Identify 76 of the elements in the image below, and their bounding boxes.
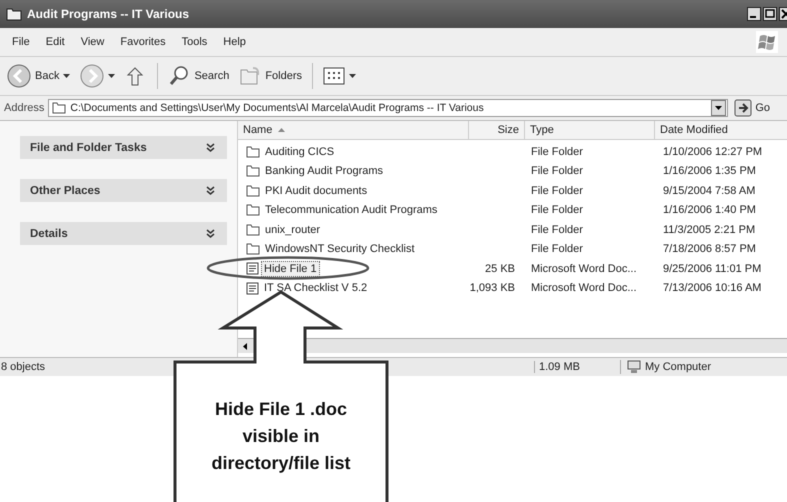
file-type: File Folder xyxy=(531,204,583,216)
folders-button[interactable]: Folders xyxy=(236,64,306,88)
menu-item[interactable]: Favorites xyxy=(112,36,174,48)
maximize-button[interactable] xyxy=(763,7,777,21)
file-date: 11/3/2005 2:21 PM xyxy=(663,224,756,236)
file-type: File Folder xyxy=(531,165,583,178)
file-name[interactable]: Hide File 1 xyxy=(261,260,320,277)
sort-arrow-icon xyxy=(278,128,286,132)
computer-icon xyxy=(627,360,641,374)
callout-text: Hide File 1 .doc visible in directory/file list xyxy=(210,398,352,475)
column-header[interactable]: Date Modified xyxy=(655,121,787,139)
file-name[interactable]: Banking Audit Programs xyxy=(262,163,386,180)
file-type: Microsoft Word Doc... xyxy=(531,262,637,275)
menu-item[interactable]: Tools xyxy=(174,36,216,48)
document-icon xyxy=(246,262,259,276)
file-date: 7/18/2006 8:57 PM xyxy=(663,243,756,256)
windows-flag-icon xyxy=(756,31,778,53)
folder-icon xyxy=(246,184,260,197)
task-panel-header[interactable]: File and Folder Tasks xyxy=(20,136,227,159)
task-panel-header[interactable]: Other Places xyxy=(20,179,227,202)
file-name[interactable]: WindowsNT Security Checklist xyxy=(262,241,418,258)
window-title: Audit Programs -- IT Various xyxy=(27,7,190,21)
file-size: 1,093 KB xyxy=(470,282,515,294)
file-date: 1/10/2006 12:27 PM xyxy=(663,146,762,158)
go-button[interactable]: Go xyxy=(732,99,772,117)
file-type: Microsoft Word Doc... xyxy=(531,282,637,294)
status-text: 1.09 MB xyxy=(534,361,620,373)
file-size: 25 KB xyxy=(485,262,515,275)
file-name[interactable]: Telecommunication Audit Programs xyxy=(262,202,440,218)
file-type: File Folder xyxy=(531,243,583,256)
chevron-icon xyxy=(206,229,215,238)
chevron-icon xyxy=(206,186,215,195)
menu-item[interactable]: Edit xyxy=(38,36,73,48)
file-date: 9/25/2006 11:01 PM xyxy=(663,262,762,275)
address-field[interactable]: C:\Documents and Settings\User\My Documents\Al Marcela\Audit Programs -- IT Various xyxy=(48,99,728,117)
grid-icon xyxy=(323,66,346,86)
menu-item[interactable]: File xyxy=(4,36,38,48)
caret-icon[interactable] xyxy=(108,74,116,78)
minimize-button[interactable] xyxy=(747,7,761,21)
magnifier-icon xyxy=(168,65,190,87)
folder-icon xyxy=(246,204,260,216)
task-panel-header[interactable]: Details xyxy=(20,222,227,245)
menu-item[interactable]: Help xyxy=(215,36,254,48)
file-name[interactable]: unix_router xyxy=(262,222,324,238)
folder-icon xyxy=(239,66,262,86)
folder-icon xyxy=(6,8,22,20)
address-label: Address xyxy=(4,102,44,114)
folder-icon xyxy=(246,165,260,178)
folder-icon xyxy=(52,102,66,114)
chevron-icon xyxy=(206,143,215,152)
file-name[interactable]: IT SA Checklist V 5.2 xyxy=(261,280,370,296)
file-type: File Folder xyxy=(531,146,583,158)
file-name[interactable]: PKI Audit documents xyxy=(262,182,370,199)
column-header[interactable]: Size xyxy=(469,121,525,139)
folder-icon xyxy=(246,243,260,256)
file-date: 1/16/2006 1:40 PM xyxy=(663,204,756,216)
file-date: 1/16/2006 1:35 PM xyxy=(663,165,756,178)
status-text: 8 objects xyxy=(0,361,46,373)
file-name[interactable]: Auditing CICS xyxy=(262,144,338,160)
status-text: My Computer xyxy=(645,361,712,373)
back-button[interactable]: Back xyxy=(4,62,74,90)
column-header[interactable]: Type xyxy=(525,121,655,139)
folder-icon xyxy=(246,224,260,236)
file-date: 9/15/2004 7:58 AM xyxy=(663,184,756,197)
folder-icon xyxy=(246,146,260,158)
search-button[interactable]: Search xyxy=(165,63,232,89)
caret-icon[interactable] xyxy=(63,74,70,78)
file-type: File Folder xyxy=(531,184,583,197)
caret-icon[interactable] xyxy=(349,74,356,78)
horizontal-scrollbar[interactable] xyxy=(238,338,787,353)
menu-item[interactable]: View xyxy=(72,36,112,48)
document-icon xyxy=(246,282,259,295)
file-date: 7/13/2006 10:16 AM xyxy=(663,282,762,294)
file-type: File Folder xyxy=(531,224,583,236)
column-header[interactable]: Name xyxy=(238,121,469,139)
dropdown-button[interactable] xyxy=(711,100,726,116)
